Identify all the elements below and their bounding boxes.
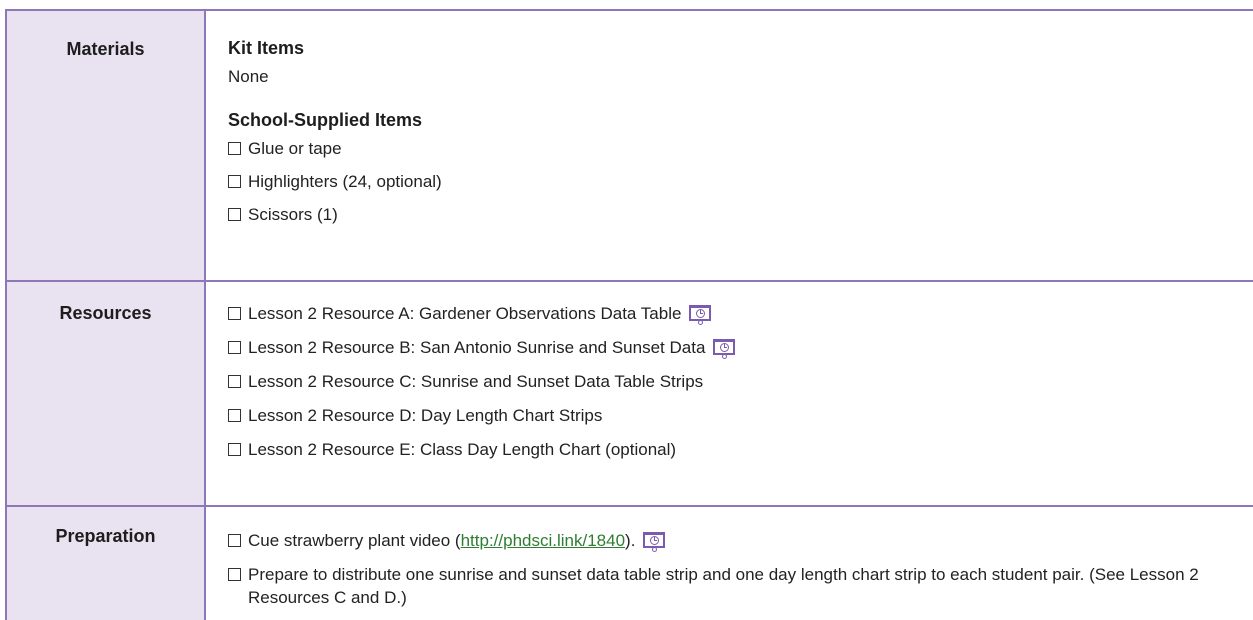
school-supplied-heading: School-Supplied Items xyxy=(228,110,423,130)
kit-items-heading: Kit Items xyxy=(228,38,305,58)
checklist-item-text: Prepare to distribute one sunrise and su… xyxy=(248,565,1199,607)
checklist-item-text-after: ). xyxy=(625,531,636,550)
checkbox-icon[interactable] xyxy=(228,534,241,547)
checklist-item: Lesson 2 Resource C: Sunrise and Sunset … xyxy=(228,370,1233,393)
checklist-item: Scissors (1) xyxy=(228,203,1233,226)
checklist-item: Lesson 2 Resource D: Day Length Chart St… xyxy=(228,404,1233,427)
checklist-item: Lesson 2 Resource E: Class Day Length Ch… xyxy=(228,438,1233,461)
checkbox-icon[interactable] xyxy=(228,307,241,320)
resources-list: Lesson 2 Resource A: Gardener Observatio… xyxy=(228,302,1233,461)
checklist-item-text: Glue or tape xyxy=(248,139,342,158)
preparation-label-cell: Preparation xyxy=(5,505,206,620)
materials-content: Kit Items None School-Supplied Items Glu… xyxy=(204,9,1253,282)
checklist-item-text: Lesson 2 Resource D: Day Length Chart St… xyxy=(248,406,603,425)
materials-table: Materials Kit Items None School-Supplied… xyxy=(5,9,1253,620)
materials-page: Materials Kit Items None School-Supplied… xyxy=(0,0,1253,620)
preparation-label: Preparation xyxy=(55,526,156,546)
projector-icon[interactable] xyxy=(713,339,736,359)
preparation-row: Preparation Cue strawberry plant video (… xyxy=(5,505,1253,620)
checkbox-icon[interactable] xyxy=(228,175,241,188)
resources-row: Resources Lesson 2 Resource A: Gardener … xyxy=(5,280,1253,507)
checklist-item: Lesson 2 Resource A: Gardener Observatio… xyxy=(228,302,1233,325)
resources-content: Lesson 2 Resource A: Gardener Observatio… xyxy=(204,280,1253,507)
projector-icon[interactable] xyxy=(689,305,712,325)
school-supplied-list: Glue or tape Highlighters (24, optional)… xyxy=(228,137,1233,226)
video-link[interactable]: http://phdsci.link/1840 xyxy=(461,531,625,550)
materials-label: Materials xyxy=(66,39,145,59)
checklist-item: Prepare to distribute one sunrise and su… xyxy=(228,563,1233,609)
checkbox-icon[interactable] xyxy=(228,375,241,388)
checklist-item-text: Lesson 2 Resource C: Sunrise and Sunset … xyxy=(248,372,704,391)
resources-label-cell: Resources xyxy=(5,280,206,507)
checklist-item: Cue strawberry plant video (http://phdsc… xyxy=(228,529,1233,552)
checklist-item-text: Scissors (1) xyxy=(248,205,338,224)
checklist-item: Glue or tape xyxy=(228,137,1233,160)
checklist-item-text: Lesson 2 Resource E: Class Day Length Ch… xyxy=(248,440,677,459)
materials-label-cell: Materials xyxy=(5,9,206,282)
checkbox-icon[interactable] xyxy=(228,208,241,221)
checkbox-icon[interactable] xyxy=(228,443,241,456)
resources-label: Resources xyxy=(59,303,152,323)
checklist-item-text-before: Cue strawberry plant video ( xyxy=(248,531,461,550)
materials-row: Materials Kit Items None School-Supplied… xyxy=(5,9,1253,282)
checklist-item-text: Highlighters (24, optional) xyxy=(248,172,442,191)
checklist-item: Highlighters (24, optional) xyxy=(228,170,1233,193)
checklist-item: Lesson 2 Resource B: San Antonio Sunrise… xyxy=(228,336,1233,359)
checklist-item-text: Lesson 2 Resource B: San Antonio Sunrise… xyxy=(248,338,706,357)
checkbox-icon[interactable] xyxy=(228,142,241,155)
projector-icon[interactable] xyxy=(643,532,666,552)
checkbox-icon[interactable] xyxy=(228,341,241,354)
checklist-item-text: Lesson 2 Resource A: Gardener Observatio… xyxy=(248,304,682,323)
checkbox-icon[interactable] xyxy=(228,409,241,422)
checkbox-icon[interactable] xyxy=(228,568,241,581)
preparation-list: Cue strawberry plant video (http://phdsc… xyxy=(228,529,1233,609)
preparation-content: Cue strawberry plant video (http://phdsc… xyxy=(204,505,1253,620)
kit-items-text: None xyxy=(228,67,269,86)
